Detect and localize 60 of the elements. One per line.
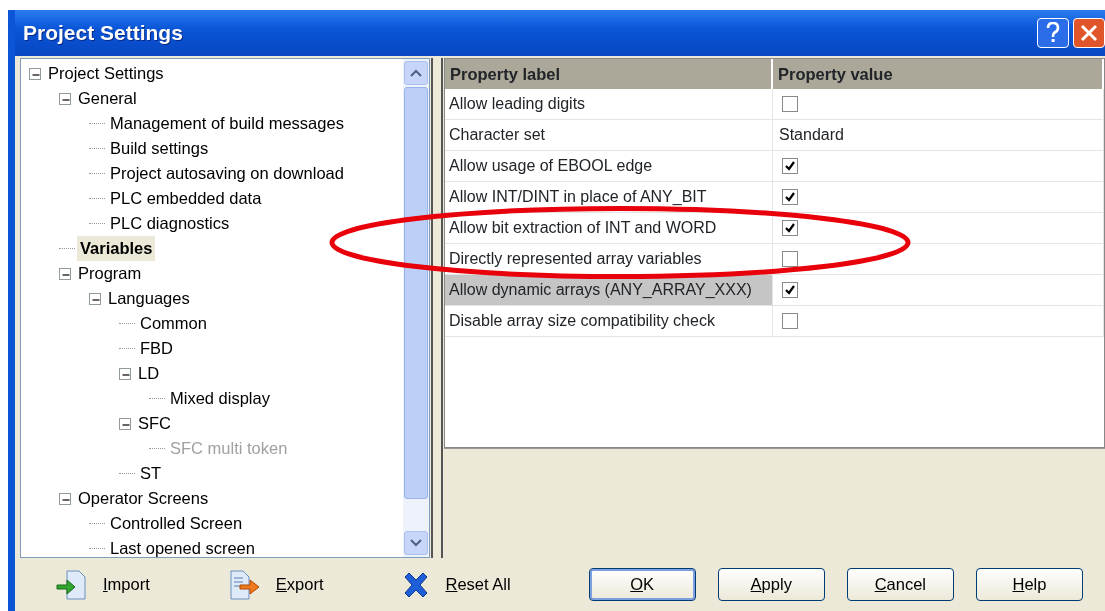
dialog-button[interactable]: Cancel: [846, 568, 954, 601]
table-cell[interactable]: Allow INT/DINT in place of ANY_BIT: [445, 182, 773, 212]
tree-item[interactable]: LD: [135, 361, 163, 386]
toolbar-button[interactable]: Reset All: [445, 572, 511, 597]
tree-item[interactable]: Controlled Screen: [107, 511, 246, 536]
collapse-icon[interactable]: [89, 292, 101, 305]
close-icon[interactable]: [1073, 18, 1105, 48]
table-cell[interactable]: Allow dynamic arrays (ANY_ARRAY_XXX): [445, 275, 773, 305]
tree-item[interactable]: Variables: [77, 236, 156, 261]
import-icon[interactable]: [55, 567, 89, 602]
scroll-up-icon[interactable]: [410, 69, 422, 77]
scroll-down-icon[interactable]: [410, 539, 422, 547]
collapse-icon[interactable]: [119, 367, 131, 380]
column-header[interactable]: Property value: [773, 59, 1104, 89]
dialog-button[interactable]: OK: [588, 568, 696, 601]
collapse-icon[interactable]: [29, 67, 41, 80]
tree-item[interactable]: PLC embedded data: [107, 186, 265, 211]
checkbox[interactable]: [782, 96, 798, 112]
tree-item[interactable]: Common: [137, 311, 210, 336]
toolbar-button[interactable]: Export: [275, 572, 324, 597]
toolbar-button[interactable]: Import: [103, 572, 150, 597]
column-header[interactable]: Property label: [445, 59, 773, 89]
tree-item[interactable]: Last opened screen: [107, 536, 258, 557]
collapse-icon[interactable]: [59, 492, 71, 505]
tree-item[interactable]: Mixed display: [167, 386, 273, 411]
table-cell[interactable]: Directly represented array variables: [445, 244, 773, 274]
help-icon[interactable]: [1037, 18, 1069, 48]
window-title: Project Settings: [23, 20, 183, 47]
checkbox[interactable]: [782, 282, 798, 298]
dialog-button[interactable]: Help: [975, 568, 1083, 601]
checkbox[interactable]: [782, 220, 798, 236]
tree-item[interactable]: Program: [75, 261, 145, 286]
export-icon[interactable]: [227, 567, 262, 602]
scrollbar[interactable]: [403, 59, 429, 557]
dialog-button[interactable]: Apply: [717, 568, 825, 601]
tree-item[interactable]: Project Settings: [45, 61, 167, 86]
checkbox[interactable]: [782, 313, 798, 329]
tree-item[interactable]: Project autosaving on download: [107, 161, 347, 186]
tree-item[interactable]: Operator Screens: [75, 486, 212, 511]
tree-item[interactable]: Languages: [105, 286, 193, 311]
collapse-icon[interactable]: [59, 267, 71, 280]
table-cell[interactable]: Allow usage of EBOOL edge: [445, 151, 773, 181]
tree-item[interactable]: ST: [137, 461, 165, 486]
checkbox[interactable]: [782, 189, 798, 205]
table-cell[interactable]: Disable array size compatibility check: [445, 306, 773, 336]
checkbox[interactable]: [782, 251, 798, 267]
table-cell[interactable]: Allow leading digits: [445, 89, 773, 119]
tree-item[interactable]: Build settings: [107, 136, 212, 161]
table-cell[interactable]: Allow bit extraction of INT and WORD: [445, 213, 773, 243]
tree-item[interactable]: PLC diagnostics: [107, 211, 233, 236]
tree-item[interactable]: FBD: [137, 336, 176, 361]
checkbox[interactable]: [782, 158, 798, 174]
collapse-icon[interactable]: [59, 92, 71, 105]
tree-item[interactable]: General: [75, 86, 140, 111]
collapse-icon[interactable]: [119, 417, 131, 430]
tree-item[interactable]: Management of build messages: [107, 111, 347, 136]
table-cell[interactable]: Character set: [445, 120, 773, 150]
tree-item[interactable]: SFC: [135, 411, 174, 436]
table-cell[interactable]: Standard: [779, 123, 844, 147]
splitter[interactable]: [431, 58, 443, 558]
